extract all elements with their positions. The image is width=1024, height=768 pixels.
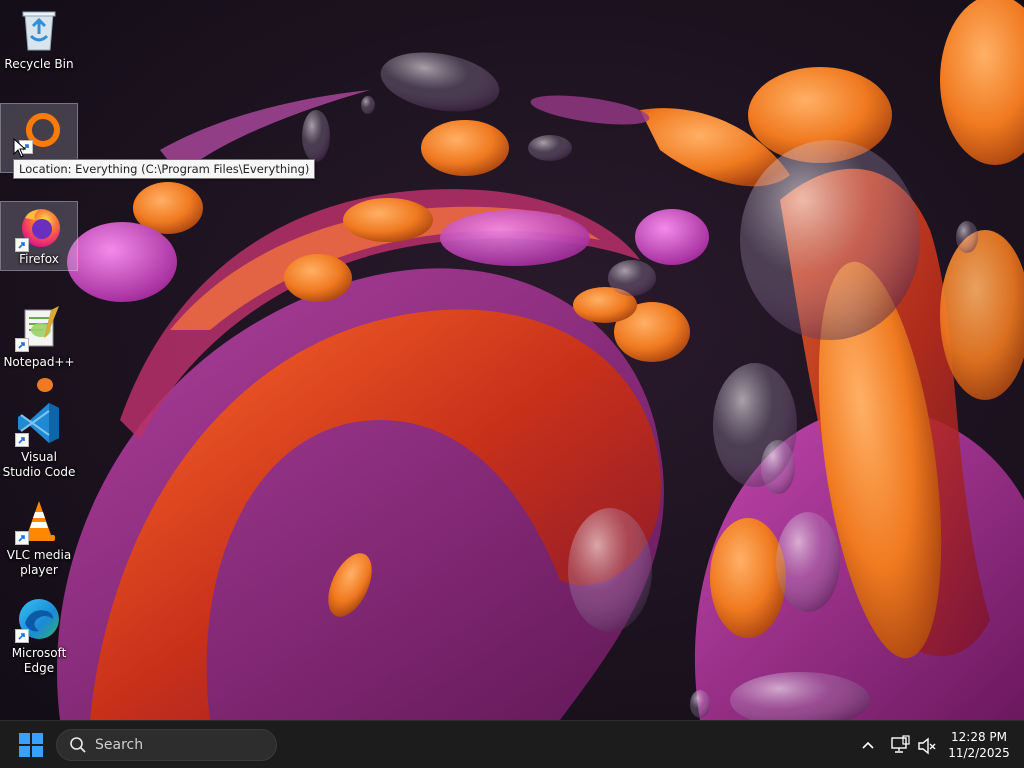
search-icon xyxy=(70,737,86,753)
shortcut-arrow-icon xyxy=(15,238,29,252)
taskbar: Search 12:28 PM 11/2/2025 xyxy=(0,720,1024,768)
recycle-bin-icon xyxy=(15,6,63,54)
desktop-icon-label: Recycle Bin xyxy=(4,57,74,71)
icon-location-tooltip: Location: Everything (C:\Program Files\E… xyxy=(13,159,316,179)
windows-logo-icon xyxy=(19,733,43,757)
desktop-icon-label: VLC media player xyxy=(6,548,72,577)
desktop-icon-notepad-plus-plus[interactable]: Notepad++ xyxy=(0,298,78,370)
shortcut-arrow-icon xyxy=(15,433,29,447)
mouse-cursor-icon xyxy=(13,138,27,158)
desktop-icon-label: Microsoft Edge xyxy=(11,646,67,675)
desktop-wallpaper xyxy=(0,0,1024,720)
desktop-icon-vlc[interactable]: VLC media player xyxy=(0,491,78,578)
search-placeholder: Search xyxy=(95,737,144,753)
clock-time: 12:28 PM xyxy=(951,730,1007,744)
desktop-icon-vscode[interactable]: Visual Studio Code xyxy=(0,393,78,480)
start-button[interactable] xyxy=(18,732,44,758)
edge-icon xyxy=(15,595,63,643)
taskbar-search-box[interactable]: Search xyxy=(56,729,277,761)
volume-muted-icon[interactable] xyxy=(917,736,937,756)
shortcut-arrow-icon xyxy=(15,531,29,545)
desktop-icon-edge[interactable]: Microsoft Edge xyxy=(0,589,78,676)
shortcut-arrow-icon xyxy=(15,629,29,643)
firefox-icon xyxy=(15,204,63,252)
vscode-icon xyxy=(15,399,63,447)
desktop-icon-label: Visual Studio Code xyxy=(2,450,76,479)
desktop-icon-label: Firefox xyxy=(19,252,59,266)
chevron-up-icon[interactable] xyxy=(860,737,876,753)
taskbar-clock[interactable]: 12:28 PM 11/2/2025 xyxy=(942,729,1016,761)
desktop-icon-label: Notepad++ xyxy=(3,355,75,369)
network-icon[interactable] xyxy=(890,735,910,755)
desktop-icon-recycle-bin[interactable]: Recycle Bin xyxy=(0,0,78,72)
notepad-plus-plus-icon xyxy=(15,304,63,352)
clock-date: 11/2/2025 xyxy=(948,746,1010,760)
shortcut-arrow-icon xyxy=(15,338,29,352)
desktop-icon-firefox[interactable]: Firefox xyxy=(0,201,78,271)
vlc-cone-icon xyxy=(15,497,63,545)
